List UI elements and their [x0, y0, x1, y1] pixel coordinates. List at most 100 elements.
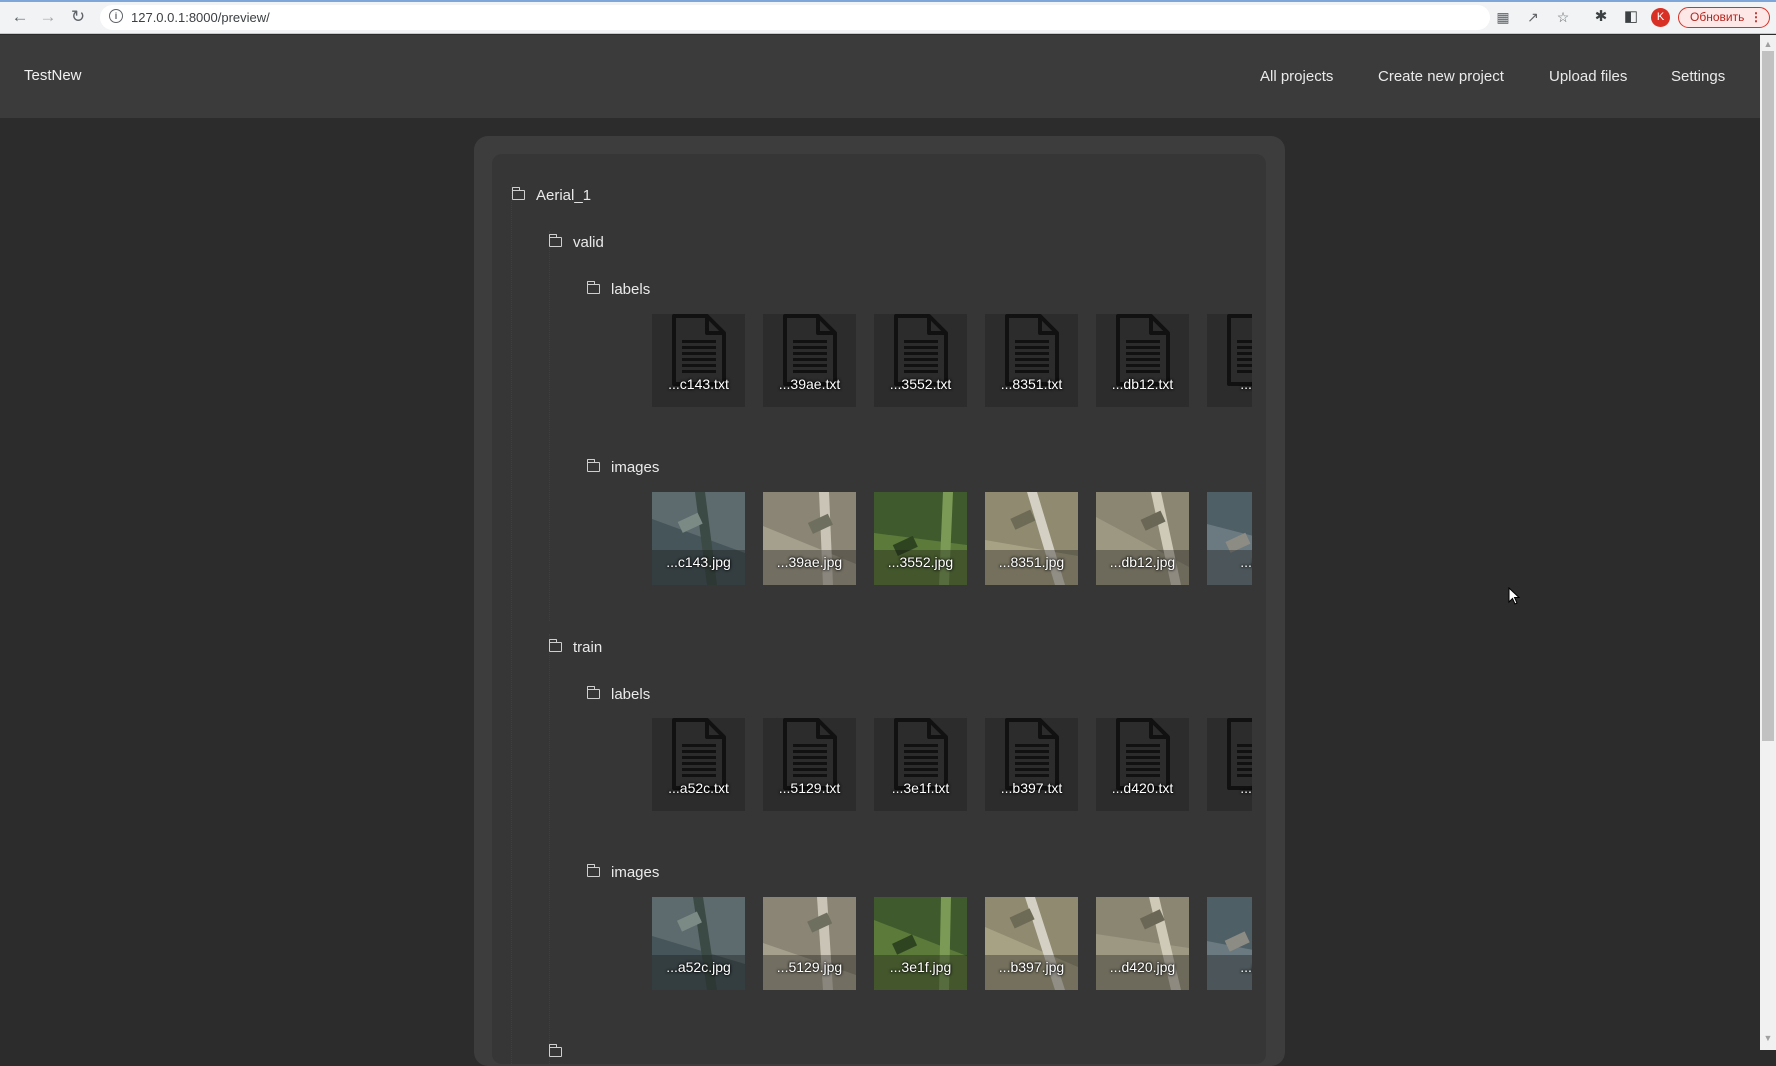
- aerial-thumbnail-image: [985, 897, 1078, 990]
- file-tile[interactable]: ...ac: [1207, 718, 1252, 811]
- file-name: ...d420.jpg: [1109, 959, 1176, 975]
- image-tile[interactable]: ...c143.jpg: [652, 492, 745, 585]
- file-name: ...5129.txt: [778, 780, 841, 796]
- menu-icon[interactable]: ⋮: [1750, 8, 1762, 27]
- aerial-thumbnail-image: [1207, 897, 1252, 990]
- file-name: ...ac: [1240, 376, 1252, 392]
- image-tile[interactable]: ...3552.jpg: [874, 492, 967, 585]
- brand-logo[interactable]: TestNew: [24, 67, 82, 84]
- aerial-thumbnail-image: [652, 492, 745, 585]
- file-name: ...5129.jpg: [776, 959, 843, 975]
- aerial-thumbnail-image: [1207, 492, 1252, 585]
- tree-guide: [511, 184, 512, 1064]
- nav-create-project[interactable]: Create new project: [1378, 68, 1504, 85]
- folder-icon: [587, 686, 600, 699]
- file-tile[interactable]: ...8351.txt: [985, 314, 1078, 407]
- file-name: ...db12.txt: [1111, 376, 1174, 392]
- aerial-thumbnail-image: [763, 897, 856, 990]
- file-name: ...8351.jpg: [998, 554, 1065, 570]
- file-name: ...d420.txt: [1111, 780, 1174, 796]
- file-name: ...db12.jpg: [1109, 554, 1176, 570]
- file-name: ...3e1f.txt: [891, 780, 950, 796]
- nav-all-projects[interactable]: All projects: [1260, 68, 1333, 85]
- folder-icon: [587, 281, 600, 294]
- update-button[interactable]: Обновить ⋮: [1678, 7, 1770, 28]
- reload-icon[interactable]: ↻: [68, 7, 88, 27]
- file-name: ...3552.txt: [889, 376, 952, 392]
- file-tile[interactable]: ...db12.txt: [1096, 314, 1189, 407]
- folder-label: train: [573, 639, 603, 656]
- folder-label: images: [611, 459, 660, 476]
- file-name: ...ac: [1240, 554, 1252, 570]
- aerial-thumbnail-image: [652, 897, 745, 990]
- file-name: ...ac: [1240, 959, 1252, 975]
- scroll-up-icon[interactable]: ▲: [1763, 39, 1773, 49]
- image-tile[interactable]: ...b397.jpg: [985, 897, 1078, 990]
- folder-label: images: [611, 864, 660, 881]
- file-name: ...ac: [1240, 780, 1252, 796]
- extensions-icon[interactable]: ✱: [1591, 7, 1611, 27]
- folder-label: Aerial_1: [536, 187, 592, 204]
- aerial-thumbnail-image: [1096, 492, 1189, 585]
- file-tile[interactable]: ...39ae.txt: [763, 314, 856, 407]
- page-scrollbar[interactable]: ▲ ▼: [1760, 35, 1776, 1050]
- info-icon[interactable]: i: [109, 9, 123, 23]
- file-name: ...3552.jpg: [887, 554, 954, 570]
- file-tile[interactable]: ...d420.txt: [1096, 718, 1189, 811]
- nav-upload-files[interactable]: Upload files: [1549, 68, 1627, 85]
- scroll-down-icon[interactable]: ▼: [1763, 1033, 1773, 1043]
- image-tile[interactable]: ...ac: [1207, 897, 1252, 990]
- aerial-thumbnail-image: [1096, 897, 1189, 990]
- folder-icon: [512, 187, 525, 200]
- image-tile[interactable]: ...d420.jpg: [1096, 897, 1189, 990]
- sidepanel-icon[interactable]: ◧: [1621, 7, 1641, 27]
- file-tile[interactable]: ...b397.txt: [985, 718, 1078, 811]
- file-name: ...a52c.jpg: [666, 959, 731, 975]
- image-tile[interactable]: ...39ae.jpg: [763, 492, 856, 585]
- aerial-thumbnail-image: [763, 492, 856, 585]
- file-tile[interactable]: ...ac: [1207, 314, 1252, 407]
- folder-label: labels: [611, 686, 651, 703]
- translate-icon[interactable]: ▦: [1494, 8, 1512, 26]
- folder-icon: [549, 639, 562, 652]
- toolbar-accent: [0, 0, 1776, 2]
- scrollbar-thumb[interactable]: [1762, 51, 1774, 741]
- image-tile[interactable]: ...3e1f.jpg: [874, 897, 967, 990]
- tree-guide: [549, 231, 550, 621]
- image-tile[interactable]: ...8351.jpg: [985, 492, 1078, 585]
- address-url[interactable]: 127.0.0.1:8000/preview/: [131, 10, 270, 25]
- file-tile[interactable]: ...a52c.txt: [652, 718, 745, 811]
- file-tile[interactable]: ...c143.txt: [652, 314, 745, 407]
- tree-guide: [549, 634, 550, 1064]
- aerial-thumbnail-image: [874, 897, 967, 990]
- folder-label: valid: [573, 234, 604, 251]
- back-icon[interactable]: ←: [10, 7, 30, 27]
- forward-icon[interactable]: →: [38, 7, 58, 27]
- nav-settings[interactable]: Settings: [1671, 68, 1725, 85]
- folder-icon: [587, 459, 600, 472]
- star-icon[interactable]: ☆: [1554, 8, 1572, 26]
- image-tile[interactable]: ...5129.jpg: [763, 897, 856, 990]
- share-icon[interactable]: ↗: [1524, 8, 1542, 26]
- aerial-thumbnail-image: [985, 492, 1078, 585]
- image-tile[interactable]: ...ac: [1207, 492, 1252, 585]
- file-row-valid-labels: ...c143.txt ...39ae.txt ...3552.txt ...8…: [652, 314, 1252, 407]
- browser-toolbar: ← → ↻ i 127.0.0.1:8000/preview/ ▦ ↗ ☆ ✱ …: [0, 0, 1776, 34]
- mouse-cursor-icon: [1508, 587, 1520, 605]
- folder-label: labels: [611, 281, 651, 298]
- file-tile[interactable]: ...3e1f.txt: [874, 718, 967, 811]
- app-header: TestNew All projects Create new project …: [0, 35, 1760, 118]
- file-row-train-images: ...a52c.jpg ...5129.jpg ...3e1f.jpg ...b…: [652, 897, 1252, 990]
- preview-tree: Aerial_1 valid labels ...c143.txt ...39a…: [492, 154, 1266, 1064]
- file-tile[interactable]: ...5129.txt: [763, 718, 856, 811]
- address-bar[interactable]: i 127.0.0.1:8000/preview/ ▦ ↗ ☆: [100, 5, 1569, 30]
- file-name: ...a52c.txt: [668, 780, 729, 796]
- profile-avatar[interactable]: K: [1651, 8, 1670, 27]
- file-name: ...c143.txt: [668, 376, 729, 392]
- image-tile[interactable]: ...a52c.jpg: [652, 897, 745, 990]
- file-name: ...39ae.txt: [778, 376, 841, 392]
- file-tile[interactable]: ...3552.txt: [874, 314, 967, 407]
- image-tile[interactable]: ...db12.jpg: [1096, 492, 1189, 585]
- file-name: ...c143.jpg: [666, 554, 731, 570]
- folder-icon: [549, 234, 562, 247]
